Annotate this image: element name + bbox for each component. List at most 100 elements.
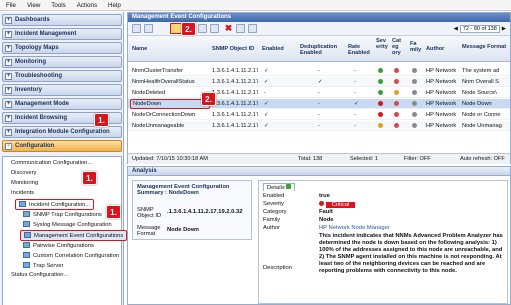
details-panel: Details Enabled true Severity Critical C… [258,180,508,304]
correlation-icon [23,252,30,258]
tab-details[interactable]: Details [263,183,296,191]
menu-actions[interactable]: Actions [77,2,97,9]
col-snmp-oid[interactable]: SNMP Object ID [212,46,254,52]
tree-item-communication[interactable]: Communication Configuration... [11,160,92,166]
expand-icon: + [5,100,12,108]
tree-item-syslog[interactable]: Syslog Message Configuration [23,221,112,228]
menu-file[interactable]: File [6,2,16,9]
pager: ◀ 72 - 80 of 138 ▶ [454,24,506,34]
first-page-icon[interactable]: ◀ [454,26,458,32]
workspace-troubleshooting[interactable]: + Troubleshooting [2,70,122,82]
format-label: Message Format [137,225,161,237]
menu-help[interactable]: Help [108,2,121,9]
col-severity[interactable]: Sev erity [376,38,388,50]
workspace-configuration[interactable]: - Configuration [2,140,122,152]
menu-tools[interactable]: Tools [51,2,65,9]
expand-icon: + [5,114,12,122]
filter-icon[interactable] [210,24,219,33]
category-icon [394,79,399,86]
table-row-selected[interactable]: NodeDown 1.3.6.1.4.1.11.2.17. ✓ - ✓ HP N… [128,99,510,109]
family-icon [412,90,417,97]
category-icon [394,90,399,97]
severity-icon [378,79,383,86]
workspace-dashboards[interactable]: + Dashboards [2,14,122,26]
table-row[interactable]: NodeUnmanageable 1.3.6.1.4.1.11.2.17. ✓ … [128,121,510,131]
expand-icon: + [5,86,12,94]
print-icon[interactable] [248,24,257,33]
critical-icon [319,201,324,206]
refresh-icon[interactable] [144,24,153,33]
tree-item-custom-correlation[interactable]: Custom Correlation Configuration [23,252,119,259]
category-icon [394,112,399,119]
tree-item-snmp-trap[interactable]: SNMP Trap Configurations [23,211,102,218]
pairwise-icon [23,242,30,248]
col-author[interactable]: Author [426,46,444,52]
col-enabled[interactable]: Enabled [262,46,284,52]
workspace-panel: + Dashboards + Incident Management + Topolo… [0,12,128,305]
edit-icon[interactable] [198,24,207,33]
col-rate[interactable]: Rate Enabled [348,44,370,56]
expand-icon: + [5,44,12,52]
trap-icon [23,211,30,217]
tree-item-incident-configuration[interactable]: Incident Configuration... [15,199,95,210]
description-text: This incident indicates that NNMs Advanc… [319,233,503,274]
category-icon [394,101,399,108]
severity-icon [378,112,383,119]
syslog-icon [23,221,30,227]
configuration-tree: Communication Configuration... Discovery… [2,156,128,305]
next-page-icon[interactable]: ▶ [502,26,506,32]
workspace-inventory[interactable]: + Inventory [2,84,122,96]
family-icon [412,112,417,119]
status-bar: Updated: 7/10/15 10:30:18 AM Total: 138 … [128,153,510,164]
col-category[interactable]: Cat eg ory [392,38,404,56]
expand-icon: + [5,30,12,38]
callout-badge: 2. [181,22,196,36]
oid-value: .1.3.6.1.4.1.11.2.17.19.2.0.32 [167,209,243,215]
col-family[interactable]: Fa mily [410,41,422,53]
workspace-incident-management[interactable]: + Incident Management [2,28,122,40]
delete-icon[interactable]: ✖ [224,24,233,33]
author-link[interactable]: HP Network Node Manager [319,225,390,231]
tree-item-discovery[interactable]: Discovery [11,170,36,176]
table-row[interactable]: NodeOrConnectionDown 1.3.6.1.4.1.11.2.17… [128,110,510,120]
table-row[interactable]: NnmHealthOverallStatus 1.3.6.1.4.1.11.2.… [128,77,510,87]
category-icon [394,68,399,75]
summary-panel: Management Event Configuration Summary :… [132,180,252,240]
family-icon [412,79,417,86]
workspace-integration-module[interactable]: + Integration Module Configuration [2,126,122,138]
menu-view[interactable]: View [27,2,40,9]
details-icon [286,184,292,189]
expand-icon: + [5,16,12,24]
tree-item-trap-server[interactable]: Trap Server [23,262,63,269]
tree-item-pairwise[interactable]: Pairwise Configurations [23,242,94,249]
tree-item-status-configuration[interactable]: Status Configuration... [11,272,68,278]
event-icon [24,232,31,238]
col-message-format[interactable]: Message Format [462,44,507,50]
tree-item-incidents[interactable]: Incidents [11,190,34,196]
analysis-title: Analysis [128,167,510,176]
row-name-highlight: NodeDown [130,99,210,109]
export-icon[interactable] [236,24,245,33]
tree-item-management-event[interactable]: Management Event Configurations [20,230,128,241]
severity-value: Critical [319,201,356,208]
table-row[interactable]: NodeDeleted 1.3.6.1.4.1.11.2.17. - - - H… [128,88,510,98]
workspace-topology-maps[interactable]: + Topology Maps [2,42,122,54]
family-icon [412,101,417,108]
view-title: Management Event Configurations [128,13,510,22]
page-range[interactable]: 72 - 80 of 138 [459,25,500,33]
col-dedup[interactable]: Deduplication Enabled [300,44,340,56]
workspace-management-mode[interactable]: + Management Mode [2,98,122,110]
collapse-icon: - [5,142,12,150]
workspace-monitoring[interactable]: + Monitoring [2,56,122,68]
tree-item-monitoring[interactable]: Monitoring [11,180,38,186]
callout-badge: 1. [82,171,97,185]
col-name[interactable]: Name [132,46,147,52]
open-icon[interactable] [132,24,141,33]
category-icon [394,123,399,130]
severity-icon [378,68,383,75]
analysis-pane: Analysis Management Event Configuration … [127,166,511,305]
table-row[interactable]: NnmClusterTransfer 1.3.6.1.4.1.11.2.17. … [128,66,510,76]
callout-badge: 2. [201,92,216,106]
expand-icon: + [5,58,12,66]
table-header: Name SNMP Object ID Enabled Deduplicatio… [128,36,510,62]
